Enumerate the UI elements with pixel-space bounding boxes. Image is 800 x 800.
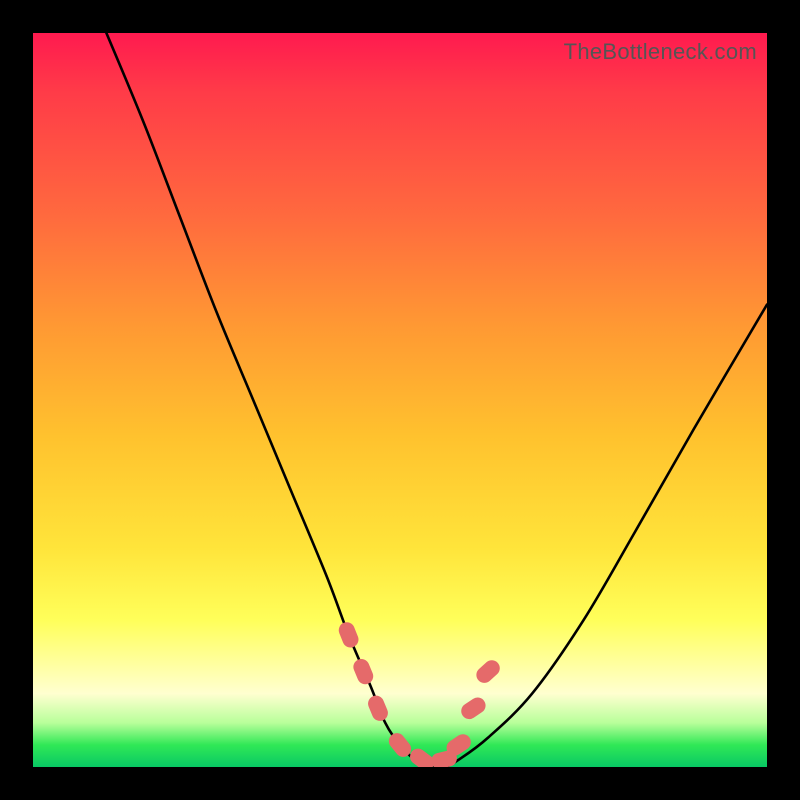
plot-area: TheBottleneck.com bbox=[33, 33, 767, 767]
chart-frame: TheBottleneck.com bbox=[0, 0, 800, 800]
bottleneck-curve bbox=[33, 33, 767, 767]
curve-marker bbox=[366, 693, 391, 723]
curve-path bbox=[106, 33, 767, 767]
curve-marker bbox=[351, 657, 376, 687]
curve-marker bbox=[473, 657, 503, 686]
curve-marker bbox=[458, 694, 489, 722]
curve-marker bbox=[336, 620, 361, 650]
